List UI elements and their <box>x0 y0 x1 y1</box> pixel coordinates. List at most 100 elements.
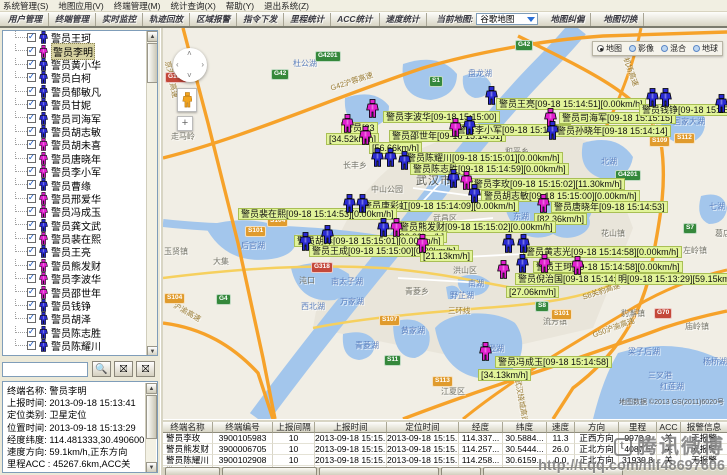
tree-item-checkbox[interactable]: ✓ <box>27 154 36 163</box>
track-terminal-button[interactable]: ⛝ <box>136 361 155 377</box>
tree-item-checkbox[interactable]: ✓ <box>27 100 36 109</box>
toolbar-button[interactable]: 实时监控 <box>96 13 143 26</box>
scroll-down-icon[interactable]: ▼ <box>146 462 157 473</box>
toolbar-button[interactable]: 里程统计 <box>284 13 331 26</box>
officer-marker[interactable] <box>299 232 312 251</box>
officer-marker[interactable] <box>659 88 672 107</box>
map-select-dropdown[interactable]: 谷歌地图 <box>476 13 538 25</box>
bottom-tab[interactable] <box>441 467 481 475</box>
tree-item[interactable]: ✓ 警员甘妮 <box>3 98 157 111</box>
officer-marker[interactable] <box>398 151 411 170</box>
tree-item-checkbox[interactable]: ✓ <box>27 194 36 203</box>
tree-item-checkbox[interactable]: ✓ <box>27 87 36 96</box>
officer-marker[interactable] <box>646 88 659 107</box>
map-canvas[interactable]: 杜公湖盘龙湖走马岭长丰乡中山公园武汉市建设乡和平乡北湖国家大湖七湖东湖花山镇左岭… <box>163 28 727 419</box>
tree-item[interactable]: ✓ 警员邵世年 <box>3 285 157 298</box>
zoom-in-button[interactable]: + <box>177 116 193 131</box>
map-type-option[interactable]: 影像 <box>629 43 654 54</box>
bottom-tab[interactable] <box>165 467 220 475</box>
tree-item-checkbox[interactable]: ✓ <box>27 288 36 297</box>
pan-control[interactable]: ˄ ‹ › ˅ <box>173 48 207 82</box>
map-type-option[interactable]: 地球 <box>693 43 718 54</box>
table-header-cell[interactable]: 经度 <box>459 422 503 433</box>
tree-item[interactable]: ✓ 警员胡泽 <box>3 312 157 325</box>
officer-marker[interactable] <box>479 342 492 361</box>
officer-marker[interactable] <box>341 114 354 133</box>
officer-marker[interactable] <box>538 254 551 273</box>
menu-item[interactable]: 终端管理(M) <box>114 0 161 12</box>
toolbar-button[interactable]: 终端管理 <box>49 13 96 26</box>
tree-item-checkbox[interactable]: ✓ <box>27 274 36 283</box>
officer-marker[interactable] <box>447 169 460 188</box>
tree-item[interactable]: ✓ 警员龚文武 <box>3 218 157 231</box>
officer-marker[interactable] <box>390 218 403 237</box>
officer-marker[interactable] <box>366 99 379 118</box>
menu-item[interactable]: 统计查询(X) <box>170 0 215 12</box>
tree-item-checkbox[interactable]: ✓ <box>27 167 36 176</box>
menu-item[interactable]: 地图应用(V) <box>58 0 103 12</box>
officer-marker[interactable] <box>546 121 559 140</box>
officer-marker[interactable] <box>356 194 369 213</box>
officer-marker[interactable] <box>497 260 510 279</box>
tree-item[interactable]: ✓ 警员白柯 <box>3 71 157 84</box>
tree-item-checkbox[interactable]: ✓ <box>27 60 36 69</box>
tree-item[interactable]: ✓ 警员王亮 <box>3 245 157 258</box>
officer-marker[interactable] <box>517 234 530 253</box>
menu-item[interactable]: 帮助(Y) <box>226 0 254 12</box>
pegman-streetview-control[interactable] <box>177 88 197 112</box>
tree-item[interactable]: ✓ 警员熊发财 <box>3 259 157 272</box>
tree-item-checkbox[interactable]: ✓ <box>27 207 36 216</box>
toolbar-button[interactable]: 地图切换 <box>597 13 644 26</box>
menu-item[interactable]: 系统管理(S) <box>3 0 48 12</box>
tree-item-checkbox[interactable]: ✓ <box>27 180 36 189</box>
officer-marker[interactable] <box>463 116 476 135</box>
tree-item-checkbox[interactable]: ✓ <box>27 221 36 230</box>
pan-left-icon[interactable]: ‹ <box>176 61 179 69</box>
tree-item-checkbox[interactable]: ✓ <box>27 114 36 123</box>
tree-item[interactable]: ✓ 警员裴在熙 <box>3 232 157 245</box>
officer-marker[interactable] <box>485 86 498 105</box>
scroll-down-icon[interactable]: ▼ <box>147 346 158 356</box>
officer-marker[interactable] <box>416 234 429 253</box>
toolbar-button[interactable]: 地图纠偏 <box>544 13 591 26</box>
officer-marker[interactable] <box>516 254 529 273</box>
tree-item[interactable]: ✓ 警员邢爱华 <box>3 192 157 205</box>
tree-item[interactable]: ✓ 警员司海军 <box>3 111 157 124</box>
pan-up-icon[interactable]: ˄ <box>187 50 192 58</box>
officer-marker[interactable] <box>502 234 515 253</box>
table-header-cell[interactable]: 里程 <box>619 422 657 433</box>
tree-item[interactable]: ✓ 警员陈志胜 <box>3 326 157 339</box>
tree-item-checkbox[interactable]: ✓ <box>27 33 36 42</box>
table-row[interactable]: 警员熊发财3900006705102013-09-18 15:15...2013… <box>163 444 727 455</box>
table-header-cell[interactable]: 方向 <box>575 422 619 433</box>
scroll-thumb[interactable] <box>147 43 158 83</box>
tree-item[interactable]: ✓ 警员李小军 <box>3 165 157 178</box>
tree-item-checkbox[interactable]: ✓ <box>27 73 36 82</box>
toolbar-button[interactable]: 指令下发 <box>237 13 284 26</box>
officer-marker[interactable] <box>343 194 356 213</box>
tree-item[interactable]: ✓ 警员唐晓年 <box>3 152 157 165</box>
tree-item[interactable]: ✓ 警员胡未喜 <box>3 138 157 151</box>
officer-marker[interactable] <box>377 218 390 237</box>
tree-item-checkbox[interactable]: ✓ <box>27 328 36 337</box>
table-row[interactable]: 警员李玫3900105983102013-09-18 15:15...2013-… <box>163 433 727 444</box>
toolbar-button[interactable]: 用户管理 <box>2 13 49 26</box>
map-type-option[interactable]: 混合 <box>661 43 686 54</box>
search-button[interactable]: 🔍 <box>92 361 111 377</box>
bottom-tab[interactable] <box>222 467 317 475</box>
table-header-cell[interactable]: 报警信息 <box>681 422 727 433</box>
tree-scrollbar[interactable]: ▲ ▼ <box>146 31 157 356</box>
bottom-tab[interactable] <box>319 467 439 475</box>
tree-item[interactable]: ✓ 警员郁敏凡 <box>3 85 157 98</box>
officer-marker[interactable] <box>321 225 334 244</box>
tree-item-checkbox[interactable]: ✓ <box>27 247 36 256</box>
scroll-up-icon[interactable]: ▲ <box>146 383 157 394</box>
tree-item[interactable]: ✓ 警员黄小华 <box>3 58 157 71</box>
table-header-cell[interactable]: 上报时间 <box>315 422 387 433</box>
table-header-cell[interactable]: 定位时间 <box>387 422 459 433</box>
officer-marker[interactable] <box>571 256 584 275</box>
bottom-tab[interactable] <box>483 467 623 475</box>
scroll-thumb[interactable] <box>146 395 157 439</box>
table-header-cell[interactable]: 上报间隔 <box>273 422 315 433</box>
menu-item[interactable]: 退出系统(Z) <box>264 0 309 12</box>
